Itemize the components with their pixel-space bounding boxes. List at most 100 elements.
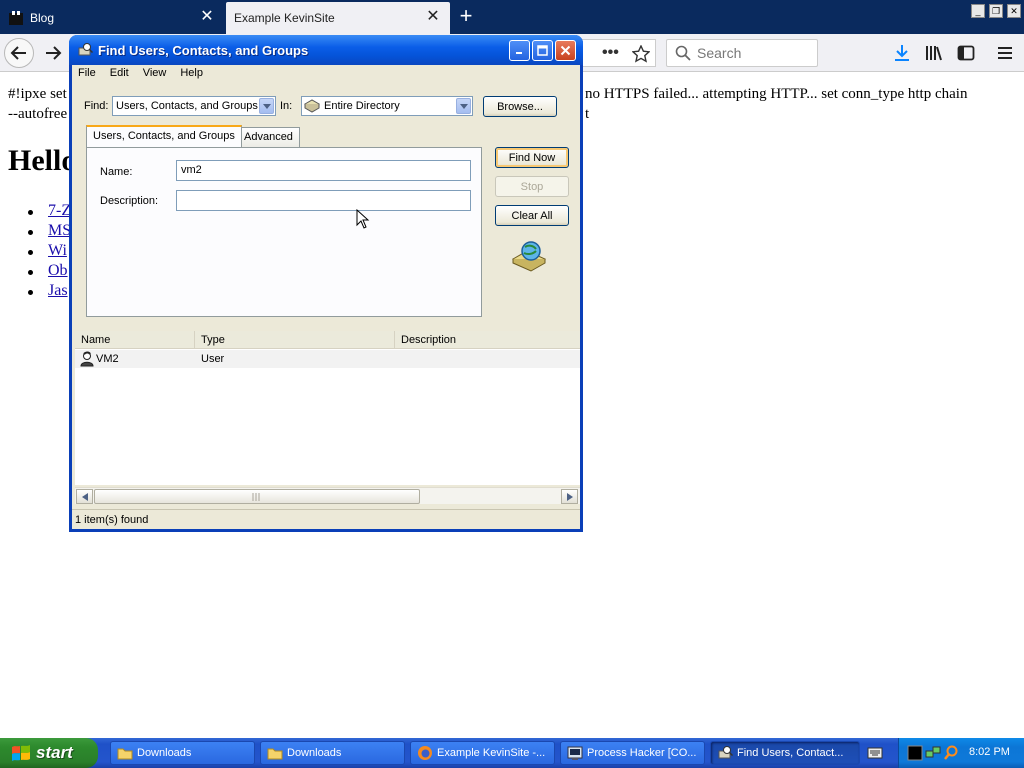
search-icon [675, 45, 691, 61]
library-icon[interactable] [925, 44, 943, 62]
command-prompt-tray-icon[interactable] [907, 745, 923, 761]
firefox-icon [418, 746, 432, 760]
directory-book-icon [304, 99, 320, 113]
page-text-line2-left: --autofree [8, 106, 68, 122]
scroll-right-icon[interactable] [561, 489, 578, 504]
maximize-button[interactable] [532, 40, 553, 61]
status-text: 1 item(s) found [75, 514, 149, 526]
close-tab-icon[interactable]: ✕ [200, 9, 214, 25]
bookmark-star-icon[interactable] [632, 45, 650, 63]
folder-icon [267, 748, 283, 760]
find-users-icon [718, 746, 733, 759]
search-tray-icon[interactable] [943, 745, 959, 761]
result-name: VM2 [96, 353, 119, 365]
search-box[interactable]: Search [666, 39, 818, 67]
page-heading: Hello [8, 144, 77, 177]
task-label: Example KevinSite -... [437, 747, 546, 759]
browser-tab-bar: Blog ✕ Example KevinSite ✕ + _ ❐ ✕ [0, 0, 1024, 34]
tab-advanced[interactable]: Advanced [237, 127, 300, 147]
minimize-button[interactable] [509, 40, 530, 61]
description-input[interactable] [176, 190, 471, 211]
taskbar-item-downloads[interactable]: Downloads [260, 741, 405, 765]
page-link[interactable]: Ob [48, 262, 68, 279]
clear-all-button[interactable]: Clear All [495, 205, 569, 226]
name-input[interactable]: vm2 [176, 160, 471, 181]
process-hacker-icon [567, 746, 583, 760]
tab-label: Example KevinSite [234, 11, 335, 25]
column-type[interactable]: Type [195, 331, 395, 349]
blog-favicon-icon [9, 11, 23, 25]
keyboard-icon[interactable] [867, 746, 883, 760]
windows-flag-icon [12, 745, 30, 761]
in-scope-select[interactable]: Entire Directory [301, 96, 473, 116]
close-window-icon[interactable]: ✕ [1007, 4, 1021, 18]
page-link[interactable]: MS [48, 222, 71, 239]
stop-button[interactable]: Stop [495, 176, 569, 197]
page-link[interactable]: Jas [48, 282, 68, 299]
taskbar-item-process-hacker[interactable]: Process Hacker [CO... [560, 741, 705, 765]
in-label: In: [280, 100, 293, 112]
mouse-cursor-icon [356, 209, 370, 229]
task-label: Downloads [137, 747, 192, 759]
back-arrow-icon [10, 46, 26, 60]
find-type-select[interactable]: Users, Contacts, and Groups [112, 96, 276, 116]
maximize-icon [537, 45, 548, 56]
column-description[interactable]: Description [395, 331, 580, 349]
task-label: Downloads [287, 747, 342, 759]
browse-button[interactable]: Browse... [483, 96, 557, 117]
menu-view[interactable]: View [136, 65, 174, 83]
result-type: User [201, 353, 225, 365]
page-link[interactable]: 7-Z [48, 202, 71, 219]
dialog-menu-bar: File Edit View Help [72, 65, 580, 83]
in-scope-value: Entire Directory [324, 100, 400, 112]
search-placeholder: Search [697, 45, 742, 61]
page-text-line1-left: #!ipxe set [8, 86, 67, 102]
chevron-down-icon[interactable] [456, 98, 471, 114]
start-label: start [36, 743, 73, 762]
tab-users-contacts-groups[interactable]: Users, Contacts, and Groups [86, 125, 242, 147]
table-row[interactable]: VM2 User [75, 350, 580, 368]
results-column-header: Name Type Description [75, 331, 580, 349]
start-button[interactable]: start [0, 738, 98, 768]
scroll-left-icon[interactable] [76, 489, 93, 504]
horizontal-scrollbar[interactable] [75, 487, 580, 504]
forward-arrow-icon [46, 46, 62, 60]
sidebar-icon[interactable] [957, 44, 975, 62]
taskbar-item-find-users[interactable]: Find Users, Contact... [710, 741, 860, 765]
page-text-line2-right: t [585, 106, 590, 122]
network-tray-icon[interactable] [925, 745, 941, 761]
page-link-list: 7-Z MS Wi Ob Jas [28, 202, 71, 302]
menu-help[interactable]: Help [173, 65, 210, 83]
scrollbar-thumb[interactable] [94, 489, 420, 504]
find-users-icon [78, 43, 93, 56]
menu-icon[interactable] [996, 44, 1014, 62]
minimize-icon[interactable]: _ [971, 4, 985, 18]
taskbar: start Downloads Downloads Example KevinS… [0, 738, 1024, 768]
find-now-button[interactable]: Find Now [495, 147, 569, 168]
more-dots-icon[interactable]: ••• [602, 44, 619, 62]
tab-blog[interactable]: Blog ✕ [0, 2, 224, 34]
url-bar[interactable]: ••• [580, 39, 656, 67]
taskbar-item-firefox[interactable]: Example KevinSite -... [410, 741, 555, 765]
menu-file[interactable]: File [72, 65, 103, 83]
tab-example-kevinsite[interactable]: Example KevinSite ✕ [226, 2, 450, 34]
column-name[interactable]: Name [75, 331, 195, 349]
clock: 8:02 PM [969, 746, 1010, 758]
page-link[interactable]: Wi [48, 242, 67, 259]
chevron-down-icon[interactable] [259, 98, 274, 114]
taskbar-item-downloads[interactable]: Downloads [110, 741, 255, 765]
back-button[interactable] [4, 38, 34, 68]
dialog-title: Find Users, Contacts, and Groups [98, 42, 309, 58]
menu-edit[interactable]: Edit [103, 65, 136, 83]
find-label: Find: [84, 100, 109, 112]
close-icon [560, 45, 571, 56]
description-label: Description: [100, 195, 159, 207]
dialog-title-bar[interactable]: Find Users, Contacts, and Groups [69, 35, 583, 65]
close-tab-icon[interactable]: ✕ [426, 9, 440, 25]
page-text-line1-right: no HTTPS failed... attempting HTTP... se… [585, 86, 968, 102]
restore-icon[interactable]: ❐ [989, 4, 1003, 18]
new-tab-button[interactable]: + [454, 5, 478, 28]
close-button[interactable] [555, 40, 576, 61]
download-icon[interactable] [893, 44, 911, 62]
forward-button[interactable] [38, 38, 68, 68]
